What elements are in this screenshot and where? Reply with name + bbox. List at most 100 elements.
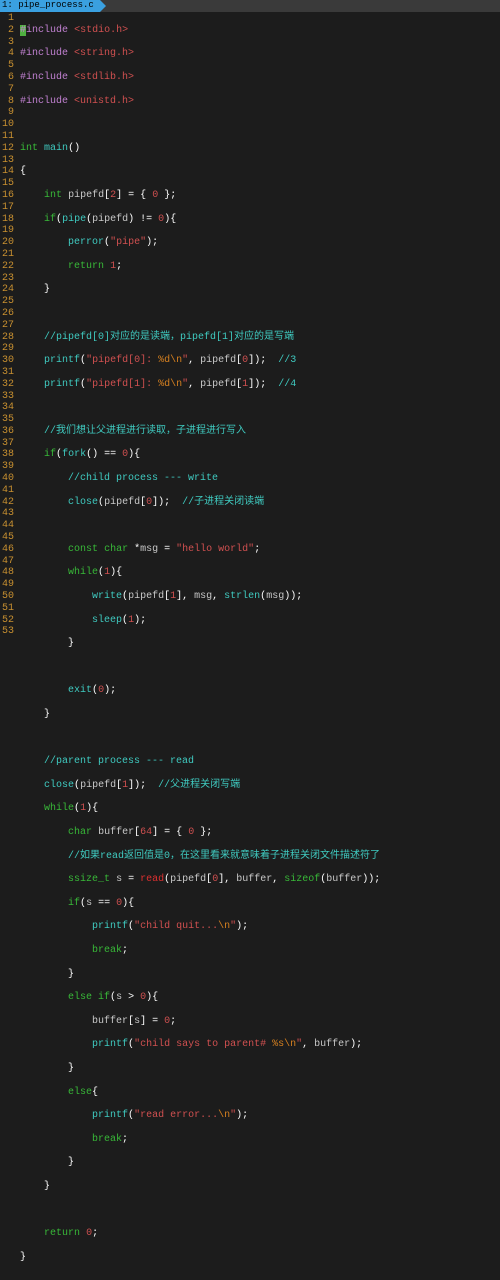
lineno: 35 (2, 414, 14, 426)
esc: \n (170, 379, 182, 390)
ident: pipefd (80, 780, 116, 791)
line-numbers: 1 2 3 4 5 6 7 8 9 10 11 12 13 14 15 16 1… (0, 13, 20, 1280)
lineno: 34 (2, 402, 14, 414)
preproc: #include (20, 48, 68, 59)
lineno: 43 (2, 508, 14, 520)
header: <stdlib.h> (74, 72, 134, 83)
lineno: 10 (2, 119, 14, 131)
lineno: 41 (2, 485, 14, 497)
kw: return (44, 1228, 80, 1239)
code-line: return 1; (20, 261, 380, 273)
type: ssize_t (68, 874, 110, 885)
fn-name: perror (68, 237, 104, 248)
code-area[interactable]: #include <stdio.h> #include <string.h> #… (20, 13, 380, 1280)
code-line: const char *msg = "hello world"; (20, 544, 380, 556)
lineno: 49 (2, 579, 14, 591)
code-line: #include <stdio.h> (20, 25, 380, 37)
lineno: 4 (2, 48, 14, 60)
lineno: 21 (2, 249, 14, 261)
lineno: 47 (2, 556, 14, 568)
lineno: 46 (2, 544, 14, 556)
lineno: 45 (2, 532, 14, 544)
code-line: } (20, 1181, 380, 1193)
kw: sizeof (284, 874, 320, 885)
lineno: 53 (2, 626, 14, 638)
code-line: close(pipefd[1]); //父进程关闭写端 (20, 780, 380, 792)
ident: buffer (92, 1016, 128, 1027)
code-line: write(pipefd[1], msg, strlen(msg)); (20, 591, 380, 603)
code-line (20, 308, 380, 320)
lineno: 48 (2, 567, 14, 579)
kw: if (44, 449, 56, 460)
code-line: exit(0); (20, 685, 380, 697)
code-line: close(pipefd[0]); //子进程关闭读端 (20, 497, 380, 509)
code-line: { (20, 166, 380, 178)
lineno: 32 (2, 379, 14, 391)
string: "pipefd[1]: (86, 379, 158, 390)
lineno: 9 (2, 107, 14, 119)
lineno: 26 (2, 308, 14, 320)
comment: //pipefd[0]对应的是读端，pipefd[1]对应的是写端 (44, 332, 294, 343)
string: "child quit... (134, 921, 218, 932)
comment: //4 (278, 379, 296, 390)
kw: else (68, 1087, 92, 1098)
code-line: break; (20, 1134, 380, 1146)
num: 0 (152, 190, 158, 201)
file-tab[interactable]: 1: pipe_process.c (0, 0, 100, 12)
lineno: 15 (2, 178, 14, 190)
ident: pipefd (128, 591, 164, 602)
kw: break (92, 1134, 122, 1145)
code-line: while(1){ (20, 803, 380, 815)
lineno: 38 (2, 449, 14, 461)
fn-name: printf (92, 1039, 128, 1050)
lineno: 40 (2, 473, 14, 485)
code-line: if(pipe(pipefd) != 0){ (20, 214, 380, 226)
lineno: 30 (2, 355, 14, 367)
string: "child says to parent# (134, 1039, 272, 1050)
lineno: 18 (2, 214, 14, 226)
lineno: 22 (2, 261, 14, 273)
lineno: 42 (2, 497, 14, 509)
code-line: printf("child quit...\n"); (20, 921, 380, 933)
ident: buffer (326, 874, 362, 885)
preproc: #include (20, 72, 68, 83)
lineno: 29 (2, 343, 14, 355)
editor[interactable]: 1 2 3 4 5 6 7 8 9 10 11 12 13 14 15 16 1… (0, 12, 500, 1280)
code-line: printf("pipefd[1]: %d\n", pipefd[1]); //… (20, 379, 380, 391)
code-line: } (20, 709, 380, 721)
code-line: sleep(1); (20, 615, 380, 627)
header: <unistd.h> (74, 96, 134, 107)
ident: msg (266, 591, 284, 602)
comment: //child process --- write (68, 473, 218, 484)
kw: while (44, 803, 74, 814)
code-line: //child process --- write (20, 473, 380, 485)
fn-name: printf (44, 355, 80, 366)
fn-name: read (140, 874, 164, 885)
code-line: printf("child says to parent# %s\n", buf… (20, 1039, 380, 1051)
lineno: 20 (2, 237, 14, 249)
fn-name: pipe (62, 214, 86, 225)
lineno: 1 (2, 13, 14, 25)
lineno: 19 (2, 225, 14, 237)
fn-name: close (68, 497, 98, 508)
code-line (20, 402, 380, 414)
code-line: } (20, 638, 380, 650)
lineno: 33 (2, 391, 14, 403)
code-line: } (20, 1063, 380, 1075)
code-line: else{ (20, 1087, 380, 1099)
ident: pipefd (200, 355, 236, 366)
ident: pipefd (68, 190, 104, 201)
kw: return (68, 261, 104, 272)
lineno: 24 (2, 284, 14, 296)
code-line: else if(s > 0){ (20, 992, 380, 1004)
lineno: 7 (2, 84, 14, 96)
code-line: //我们想让父进程进行读取，子进程进行写入 (20, 426, 380, 438)
comment: //父进程关闭写端 (158, 780, 240, 791)
comment: //parent process --- read (44, 756, 194, 767)
tab-filename: pipe_process.c (18, 0, 94, 12)
string: "pipe" (110, 237, 146, 248)
code-line (20, 733, 380, 745)
num: 64 (140, 827, 152, 838)
string: "hello world" (176, 544, 254, 555)
code-line: buffer[s] = 0; (20, 1016, 380, 1028)
